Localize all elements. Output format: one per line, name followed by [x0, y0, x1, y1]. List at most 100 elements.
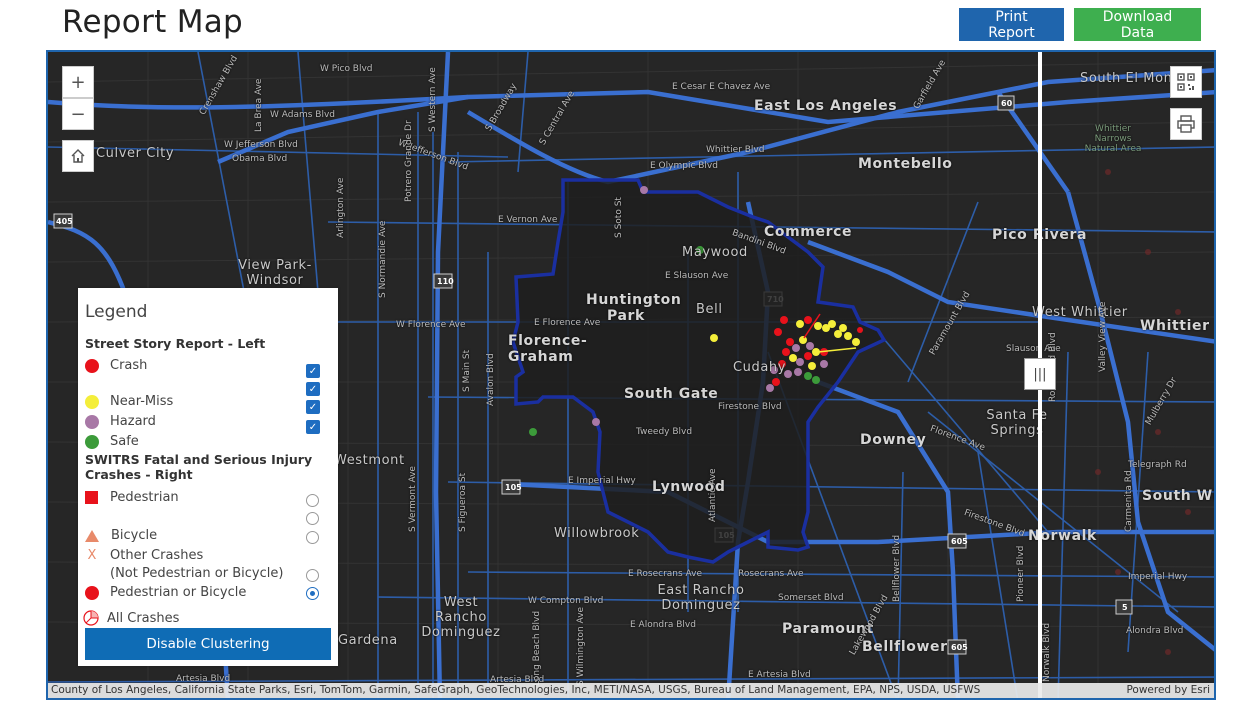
- print-map-button[interactable]: [1170, 108, 1202, 140]
- city-label: West Whittier: [1032, 305, 1128, 320]
- legend-item-crash: Crash: [85, 358, 147, 373]
- park-label: Whittier Narrows Natural Area: [1084, 124, 1142, 154]
- street-label: E Slauson Ave: [665, 271, 729, 281]
- legend-title: Legend: [85, 302, 148, 322]
- legend-label: Crash: [110, 358, 148, 373]
- home-button[interactable]: [62, 140, 94, 172]
- street-label: E Florence Ave: [534, 318, 601, 328]
- legend-panel: Legend Street Story Report - Left Crash …: [78, 288, 338, 666]
- street-label: La Brea Ave: [254, 78, 264, 132]
- download-data-button[interactable]: Download Data: [1074, 8, 1201, 41]
- street-label: Arlington Ave: [336, 177, 346, 238]
- city-label: Culver City: [96, 146, 175, 161]
- street-label: S Normandie Ave: [378, 220, 388, 298]
- near-miss-symbol: [85, 394, 99, 409]
- zoom-in-button[interactable]: +: [62, 66, 94, 98]
- city-label: South Gate: [624, 386, 719, 402]
- street-label: S Figueroa St: [458, 472, 468, 532]
- legend-item-hazard: Hazard: [85, 414, 156, 429]
- city-label: South Whittier: [1142, 488, 1214, 504]
- city-label: Montebello: [858, 156, 953, 172]
- map-view[interactable]: 405 110 105 105 710 605 605 5 60: [46, 50, 1216, 700]
- map-attribution: County of Los Angeles, California State …: [48, 683, 1214, 698]
- street-label: Imperial Hwy: [1128, 572, 1188, 582]
- radio-other-crashes[interactable]: [306, 569, 319, 582]
- legend-item-bicycle: Bicycle: [85, 528, 157, 543]
- zoom-out-button[interactable]: −: [62, 98, 94, 130]
- street-label: Alondra Blvd: [1126, 626, 1184, 636]
- checkbox-crash[interactable]: ✓: [306, 364, 320, 378]
- street-label: E Cesar E Chavez Ave: [672, 82, 771, 92]
- city-label: Cudahy: [733, 360, 787, 375]
- safe-symbol: [85, 434, 99, 449]
- legend-item-all-crashes: All Crashes: [83, 610, 179, 626]
- city-label: Bell: [696, 302, 723, 317]
- street-label: E Alondra Blvd: [630, 620, 696, 630]
- street-label: W Pico Blvd: [320, 64, 373, 74]
- legend-label: All Crashes: [107, 610, 180, 626]
- print-report-button[interactable]: Print Report: [959, 8, 1064, 41]
- legend-label: Pedestrian: [110, 490, 179, 505]
- street-label: Obama Blvd: [232, 154, 288, 164]
- radio-bicycle-placeholder[interactable]: [306, 512, 319, 525]
- street-label: E Olympic Blvd: [650, 161, 718, 171]
- street-label: S Main St: [462, 349, 472, 392]
- city-label: Maywood: [682, 245, 748, 260]
- disable-clustering-button[interactable]: Disable Clustering: [85, 628, 331, 660]
- legend-label: Safe: [110, 434, 139, 449]
- street-label: S Soto St: [614, 197, 624, 238]
- svg-text:5: 5: [1122, 603, 1128, 612]
- street-label: S Vermont Ave: [408, 466, 418, 532]
- city-label: Whittier: [1140, 318, 1210, 334]
- street-label: Long Beach Blvd: [532, 610, 542, 686]
- street-label: Carmenita Rd: [1124, 470, 1134, 532]
- street-label: Valley View Ave: [1098, 301, 1108, 372]
- radio-bicycle[interactable]: [306, 531, 319, 544]
- street-label: Telegraph Rd: [1128, 460, 1187, 470]
- street-label: Somerset Blvd: [778, 593, 844, 603]
- legend-label: Other Crashes: [110, 548, 204, 563]
- street-label: W Compton Blvd: [528, 596, 604, 606]
- street-label: W Florence Ave: [396, 320, 466, 330]
- bicycle-symbol: [85, 529, 99, 542]
- street-label: Avalon Blvd: [486, 353, 496, 406]
- hazard-symbol: [85, 414, 99, 429]
- legend-item-pedestrian: Pedestrian: [85, 490, 179, 505]
- city-label: East Rancho Dominguez: [657, 583, 745, 613]
- printer-icon: [1177, 115, 1195, 133]
- svg-text:60: 60: [1001, 99, 1013, 108]
- city-label: Downey: [860, 432, 927, 448]
- street-label: W Jefferson Blvd: [224, 140, 298, 150]
- legend-label: Bicycle: [111, 528, 158, 543]
- powered-by-esri[interactable]: Powered by Esri: [1126, 683, 1210, 698]
- legend-group-title: SWITRS Fatal and Serious Injury Crashes …: [85, 452, 313, 482]
- street-label: S Western Ave: [428, 67, 438, 132]
- legend-label: Near-Miss: [110, 394, 174, 409]
- city-label: West Rancho Dominguez: [421, 595, 501, 640]
- crash-symbol: [85, 358, 99, 373]
- qr-code-button[interactable]: [1170, 66, 1202, 98]
- svg-text:110: 110: [437, 277, 454, 286]
- qr-code-icon: [1177, 73, 1195, 91]
- city-label: Bellflower: [862, 639, 948, 655]
- swipe-handle[interactable]: |||: [1024, 358, 1056, 390]
- street-label: Pioneer Blvd: [1016, 545, 1026, 602]
- city-label: Westmont: [334, 453, 405, 468]
- checkbox-hazard[interactable]: ✓: [306, 400, 320, 414]
- street-label: Rosecrans Ave: [738, 569, 804, 579]
- pie-chart-icon: [83, 610, 99, 626]
- svg-text:405: 405: [56, 217, 73, 226]
- attribution-text: County of Los Angeles, California State …: [51, 684, 981, 696]
- checkbox-near-miss[interactable]: ✓: [306, 382, 320, 396]
- ped-or-bike-symbol: [85, 585, 99, 600]
- street-label: S Wilmington Ave: [576, 606, 586, 686]
- checkbox-safe[interactable]: ✓: [306, 420, 320, 434]
- street-label: W Adams Blvd: [270, 110, 336, 120]
- street-label: Atlantic Ave: [708, 468, 718, 522]
- other-crash-symbol: X: [87, 548, 97, 563]
- street-label: Firestone Blvd: [718, 402, 782, 412]
- legend-sublabel: (Not Pedestrian or Bicycle): [110, 566, 284, 581]
- radio-ped-or-bike[interactable]: [306, 587, 319, 600]
- street-label: Potrero Grande Dr: [404, 120, 414, 202]
- radio-pedestrian[interactable]: [306, 494, 319, 507]
